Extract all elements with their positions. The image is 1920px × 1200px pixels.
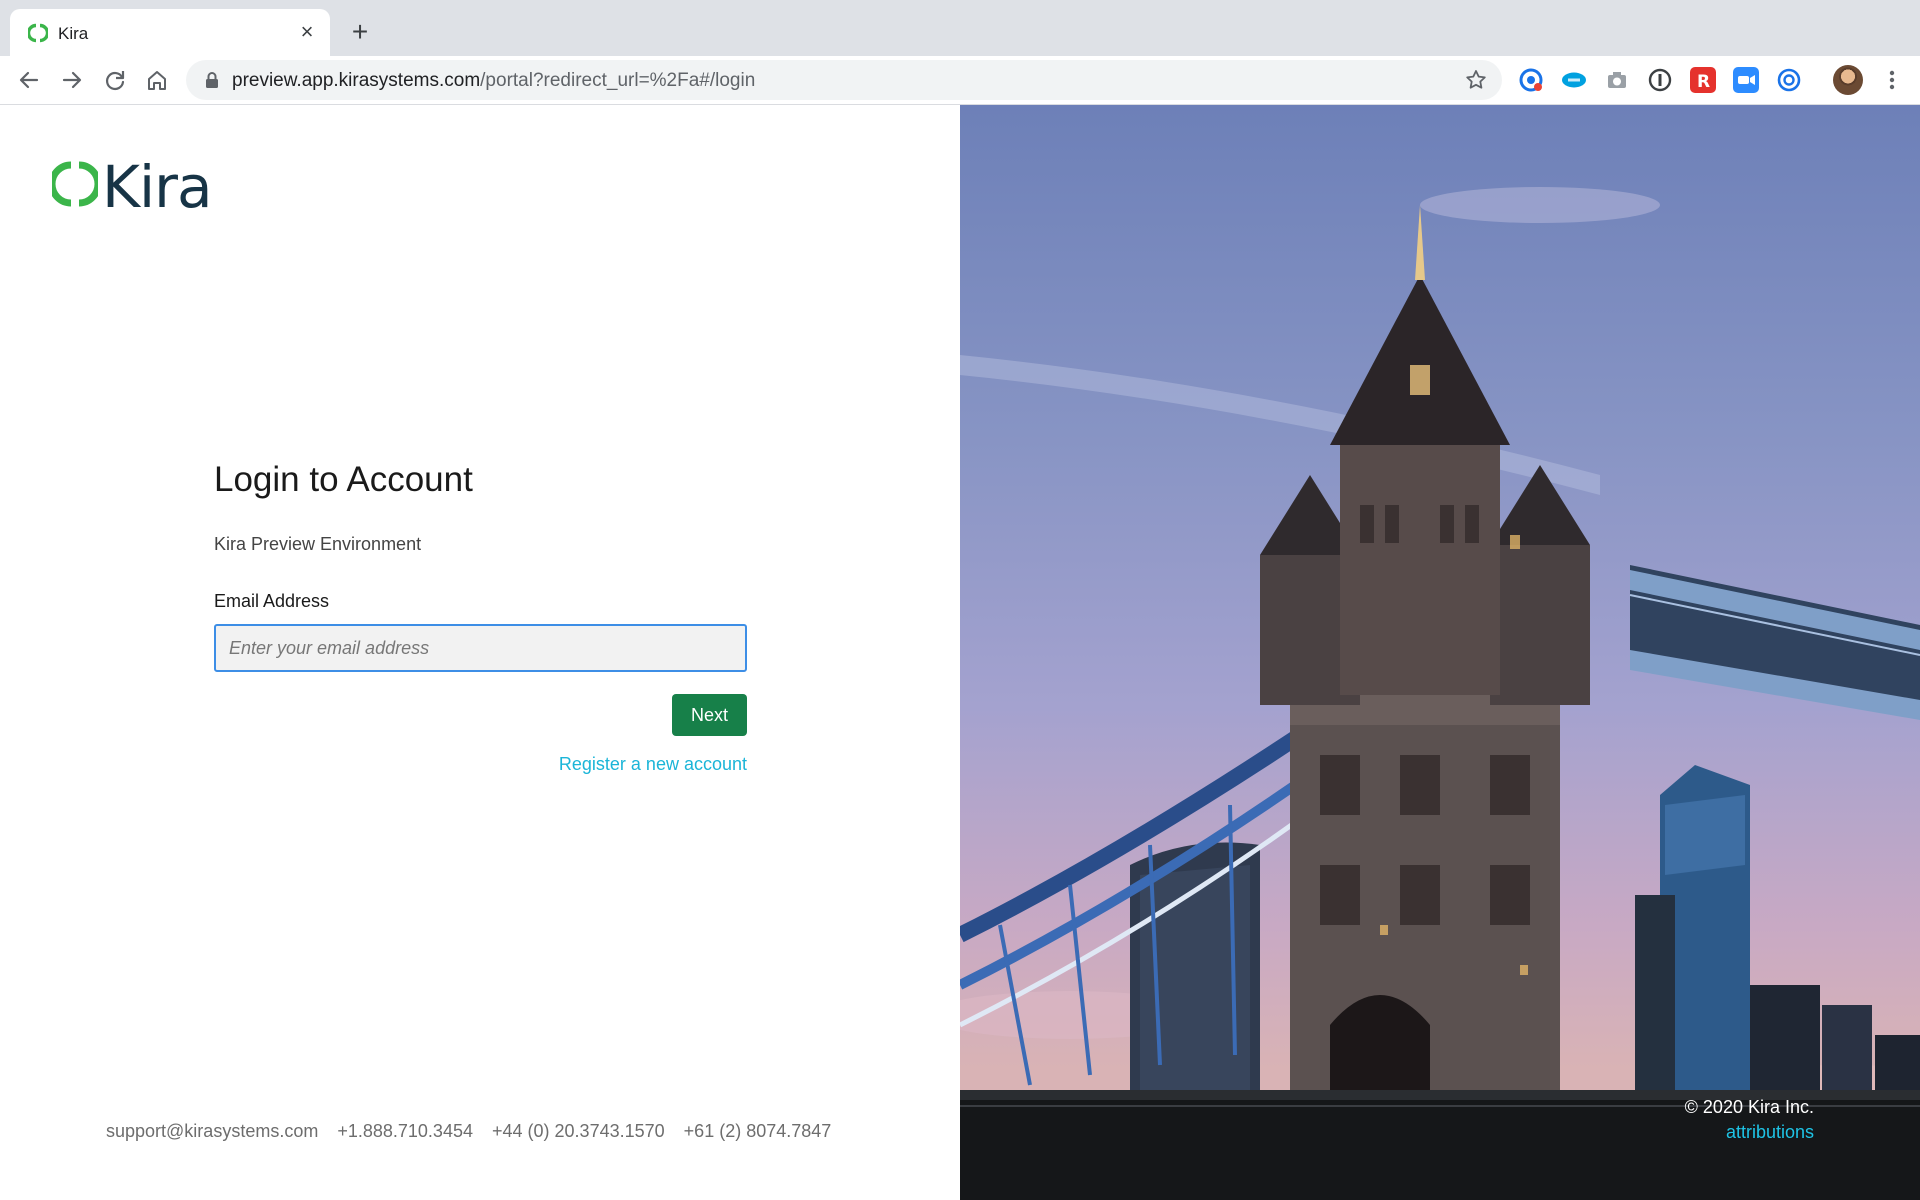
readwise-extension-icon[interactable]: R <box>1690 67 1716 93</box>
reload-icon[interactable] <box>99 64 131 96</box>
profile-avatar[interactable] <box>1833 65 1863 95</box>
photo-credit: © 2020 Kira Inc. attributions <box>1685 1097 1814 1143</box>
salesforce-extension-icon[interactable] <box>1561 67 1587 93</box>
zoom-extension-icon[interactable] <box>1733 67 1759 93</box>
register-link[interactable]: Register a new account <box>214 754 747 775</box>
kira-logo: Kira <box>52 153 222 221</box>
logo-wordmark: Kira <box>102 153 213 221</box>
login-form: Login to Account Kira Preview Environmen… <box>214 460 747 775</box>
browser-tab[interactable]: Kira × <box>10 9 330 56</box>
mail-tracker-extension-icon[interactable] <box>1518 67 1544 93</box>
address-bar[interactable]: preview.app.kirasystems.com/portal?redir… <box>186 60 1502 100</box>
tab-strip: Kira × + <box>0 0 1920 56</box>
attributions-link[interactable]: attributions <box>1685 1122 1814 1143</box>
url-host: preview.app.kirasystems.com <box>232 70 481 91</box>
home-icon[interactable] <box>141 64 173 96</box>
browser-chrome: Kira × + preview.app.kirasystems.com/por… <box>0 0 1920 105</box>
support-footer: support@kirasystems.com +1.888.710.3454 … <box>106 1121 845 1142</box>
url-path: /portal?redirect_url=%2Fa#/login <box>480 70 756 91</box>
tower-bridge-photo: © 2020 Kira Inc. attributions <box>960 105 1920 1200</box>
tab-close-icon[interactable]: × <box>294 19 320 45</box>
forward-icon[interactable] <box>56 64 88 96</box>
support-email[interactable]: support@kirasystems.com <box>106 1121 318 1141</box>
login-panel: Kira Login to Account Kira Preview Envir… <box>0 105 960 1200</box>
login-page: Kira Login to Account Kira Preview Envir… <box>0 105 1920 1200</box>
copyright-text: © 2020 Kira Inc. <box>1684 1097 1814 1117</box>
new-tab-icon[interactable]: + <box>344 16 376 48</box>
support-phone-na[interactable]: +1.888.710.3454 <box>337 1121 473 1141</box>
password-manager-extension-icon[interactable] <box>1647 67 1673 93</box>
svg-text:R: R <box>1697 72 1710 92</box>
tower-bridge-illustration <box>960 187 1920 1200</box>
kira-favicon-icon <box>28 23 48 43</box>
page-title: Login to Account <box>214 460 473 499</box>
url-text[interactable]: preview.app.kirasystems.com/portal?redir… <box>232 70 755 92</box>
browser-menu-icon[interactable] <box>1880 64 1904 96</box>
camera-extension-icon[interactable] <box>1604 67 1630 93</box>
email-input[interactable] <box>214 624 747 672</box>
environment-subtitle: Kira Preview Environment <box>214 534 422 554</box>
kira-logo-ring-icon <box>52 161 98 207</box>
next-button[interactable]: Next <box>672 694 747 736</box>
email-label: Email Address <box>214 591 330 611</box>
support-phone-uk[interactable]: +44 (0) 20.3743.1570 <box>492 1121 665 1141</box>
bookmark-star-icon[interactable] <box>1464 68 1488 92</box>
tab-title: Kira <box>58 24 89 43</box>
support-phone-au[interactable]: +61 (2) 8074.7847 <box>684 1121 832 1141</box>
back-icon[interactable] <box>13 64 45 96</box>
lock-icon[interactable] <box>204 71 220 89</box>
vpn-extension-icon[interactable] <box>1776 67 1802 93</box>
browser-toolbar: preview.app.kirasystems.com/portal?redir… <box>0 56 1920 105</box>
